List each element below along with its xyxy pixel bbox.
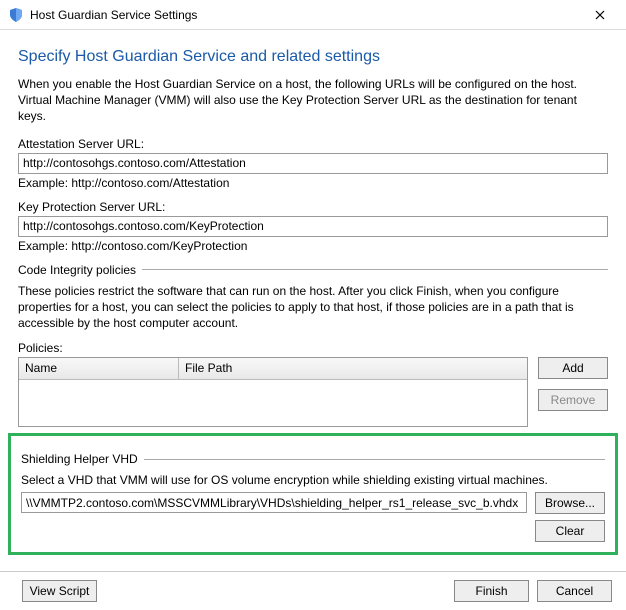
view-script-button[interactable]: View Script bbox=[22, 580, 97, 602]
attestation-input[interactable] bbox=[18, 153, 608, 174]
titlebar: Host Guardian Service Settings bbox=[0, 0, 626, 30]
remove-button: Remove bbox=[538, 389, 608, 411]
cancel-button[interactable]: Cancel bbox=[537, 580, 612, 602]
page-heading: Specify Host Guardian Service and relate… bbox=[18, 48, 608, 66]
helper-desc: Select a VHD that VMM will use for OS vo… bbox=[21, 472, 605, 488]
attestation-label: Attestation Server URL: bbox=[18, 137, 608, 151]
add-button[interactable]: Add bbox=[538, 357, 608, 379]
helper-label: Shielding Helper VHD bbox=[21, 452, 138, 466]
code-integrity-desc: These policies restrict the software tha… bbox=[18, 283, 608, 332]
finish-button[interactable]: Finish bbox=[454, 580, 529, 602]
close-icon bbox=[595, 10, 605, 20]
policies-header: Name File Path bbox=[19, 358, 527, 380]
policies-col-name[interactable]: Name bbox=[19, 358, 179, 379]
intro-text: When you enable the Host Guardian Servic… bbox=[18, 76, 608, 125]
code-integrity-label: Code Integrity policies bbox=[18, 263, 136, 277]
helper-vhd-input[interactable] bbox=[21, 492, 527, 513]
clear-button[interactable]: Clear bbox=[535, 520, 605, 542]
policies-label: Policies: bbox=[18, 341, 608, 355]
code-integrity-separator: Code Integrity policies bbox=[18, 263, 608, 277]
window-title: Host Guardian Service Settings bbox=[30, 8, 580, 22]
keyprotection-label: Key Protection Server URL: bbox=[18, 200, 608, 214]
helper-separator: Shielding Helper VHD bbox=[21, 452, 605, 466]
close-button[interactable] bbox=[580, 1, 620, 29]
policies-col-path[interactable]: File Path bbox=[179, 358, 527, 379]
browse-button[interactable]: Browse... bbox=[535, 492, 605, 514]
attestation-example: Example: http://contoso.com/Attestation bbox=[18, 176, 608, 190]
shielding-helper-highlight: Shielding Helper VHD Select a VHD that V… bbox=[8, 433, 618, 555]
keyprotection-input[interactable] bbox=[18, 216, 608, 237]
keyprotection-example: Example: http://contoso.com/KeyProtectio… bbox=[18, 239, 608, 253]
shield-icon bbox=[8, 7, 24, 23]
footer: View Script Finish Cancel bbox=[0, 571, 626, 610]
policies-table[interactable]: Name File Path bbox=[18, 357, 528, 427]
